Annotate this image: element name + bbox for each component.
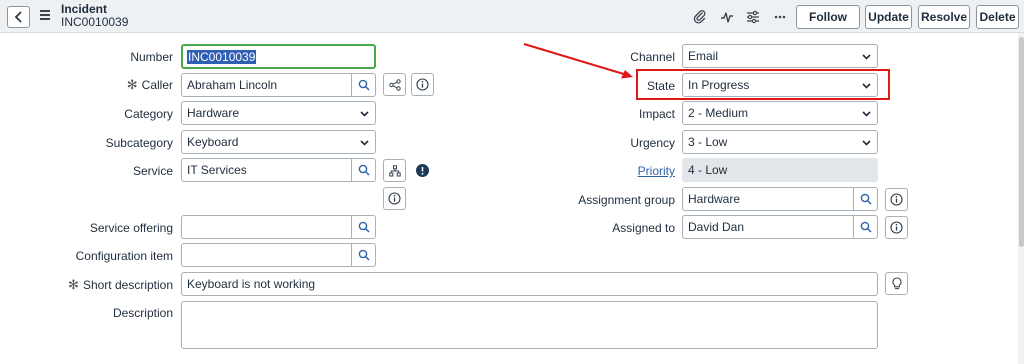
assignment-group-input[interactable]: Hardware <box>682 187 854 211</box>
related-records-icon <box>388 78 401 91</box>
more-icon[interactable] <box>772 9 788 25</box>
configuration-item-input[interactable] <box>181 243 352 267</box>
search-icon <box>358 221 370 233</box>
impact-select[interactable]: 2 - Medium <box>682 101 878 125</box>
scrollbar[interactable] <box>1018 33 1024 364</box>
activity-icon[interactable] <box>719 9 735 25</box>
hamburger-menu-icon[interactable] <box>40 10 50 20</box>
suggestion-button[interactable] <box>885 272 908 295</box>
service-offering-label: Service offering <box>89 221 173 235</box>
caller-info-button[interactable] <box>411 73 434 96</box>
record-title: Incident INC0010039 <box>61 3 128 29</box>
service-alert-button[interactable] <box>411 159 434 182</box>
impact-label: Impact <box>638 107 675 121</box>
search-icon <box>860 221 872 233</box>
record-header: Incident INC0010039 Follow Update Resolv… <box>0 0 1024 33</box>
subcategory-label: Subcategory <box>105 136 173 150</box>
service-offering-reference-field <box>181 215 376 239</box>
chevron-down-icon <box>360 140 369 146</box>
assigned-to-lookup-button[interactable] <box>853 215 878 239</box>
number-label: Number <box>130 50 173 64</box>
configuration-item-lookup-button[interactable] <box>351 243 376 267</box>
info-filled-icon <box>416 164 429 177</box>
assignment-group-label: Assignment group <box>578 193 675 207</box>
resolve-button[interactable]: Resolve <box>918 5 970 29</box>
required-icon: ✻ <box>126 77 138 92</box>
search-icon <box>860 193 872 205</box>
configuration-item-reference-field <box>181 243 376 267</box>
info-icon <box>890 193 903 206</box>
assignment-group-info-button[interactable] <box>885 188 908 211</box>
subcategory-select[interactable]: Keyboard <box>181 130 376 154</box>
assignment-group-reference-field: Hardware <box>682 187 878 211</box>
search-icon <box>358 249 370 261</box>
assignment-group-lookup-button[interactable] <box>853 187 878 211</box>
chevron-down-icon <box>862 111 871 117</box>
assigned-to-label: Assigned to <box>612 221 675 235</box>
description-label: Description <box>112 306 173 320</box>
assigned-to-info-button[interactable] <box>885 216 908 239</box>
caller-lookup-button[interactable] <box>351 73 376 97</box>
short-description-input[interactable]: Keyboard is not working <box>181 272 878 296</box>
settings-icon[interactable] <box>745 9 761 25</box>
number-field[interactable]: INC0010039 <box>181 44 376 69</box>
service-lookup-button[interactable] <box>351 158 376 182</box>
record-number: INC0010039 <box>61 15 129 29</box>
number-value: INC0010039 <box>187 49 257 64</box>
priority-readonly-field: 4 - Low <box>682 158 878 182</box>
info-icon <box>388 192 401 205</box>
service-reference-field: IT Services <box>181 158 376 182</box>
description-textarea[interactable] <box>181 301 878 349</box>
search-icon <box>358 79 370 91</box>
service-dependency-map-button[interactable] <box>383 159 406 182</box>
chevron-down-icon <box>862 54 871 60</box>
assigned-to-input[interactable]: David Dan <box>682 215 854 239</box>
attachment-icon[interactable] <box>692 9 708 25</box>
urgency-select[interactable]: 3 - Low <box>682 130 878 154</box>
urgency-label: Urgency <box>630 136 675 150</box>
caller-label: ✻ Caller <box>126 77 173 93</box>
delete-button[interactable]: Delete <box>976 5 1019 29</box>
lightbulb-icon <box>891 277 902 290</box>
service-label: Service <box>132 164 173 178</box>
annotation-highlight-box <box>636 69 890 100</box>
required-icon: ✻ <box>68 277 79 292</box>
info-icon <box>890 221 903 234</box>
dependency-map-icon <box>388 164 401 176</box>
chevron-left-icon <box>14 11 22 23</box>
category-select[interactable]: Hardware <box>181 101 376 125</box>
show-related-records-button[interactable] <box>383 73 406 96</box>
update-button[interactable]: Update <box>865 5 912 29</box>
short-description-label: ✻ Short description <box>68 277 173 293</box>
chevron-down-icon <box>862 140 871 146</box>
service-input[interactable]: IT Services <box>181 158 352 182</box>
chevron-down-icon <box>360 111 369 117</box>
service-info-button[interactable] <box>383 187 406 210</box>
assigned-to-reference-field: David Dan <box>682 215 878 239</box>
info-icon <box>416 78 429 91</box>
service-offering-input[interactable] <box>181 215 352 239</box>
caller-input[interactable]: Abraham Lincoln <box>181 73 352 97</box>
search-icon <box>358 164 370 176</box>
category-label: Category <box>124 107 173 121</box>
configuration-item-label: Configuration item <box>75 249 173 263</box>
service-offering-lookup-button[interactable] <box>351 215 376 239</box>
follow-button[interactable]: Follow <box>796 5 860 29</box>
annotation-arrow <box>523 43 633 79</box>
priority-label-link[interactable]: Priority <box>638 164 675 178</box>
channel-select[interactable]: Email <box>682 44 878 68</box>
caller-reference-field: Abraham Lincoln <box>181 73 376 97</box>
back-button[interactable] <box>7 6 30 28</box>
